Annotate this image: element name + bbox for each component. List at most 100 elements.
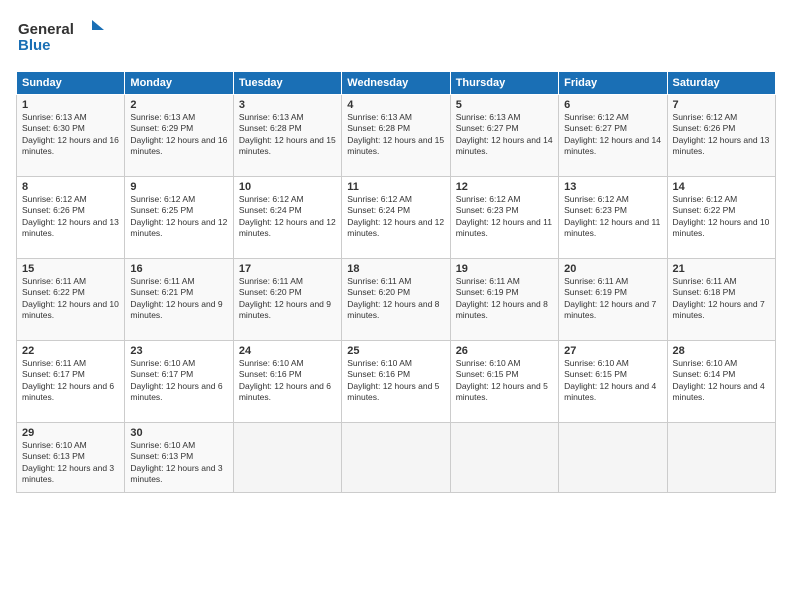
calendar-cell: 7Sunrise: 6:12 AMSunset: 6:26 PMDaylight… xyxy=(667,95,775,177)
day-info: Sunrise: 6:12 AMSunset: 6:26 PMDaylight:… xyxy=(673,112,770,158)
day-info: Sunrise: 6:13 AMSunset: 6:28 PMDaylight:… xyxy=(347,112,444,158)
calendar-cell: 9Sunrise: 6:12 AMSunset: 6:25 PMDaylight… xyxy=(125,177,233,259)
day-number: 22 xyxy=(22,345,119,357)
day-info: Sunrise: 6:10 AMSunset: 6:16 PMDaylight:… xyxy=(239,358,336,404)
calendar-cell: 6Sunrise: 6:12 AMSunset: 6:27 PMDaylight… xyxy=(559,95,667,177)
day-info: Sunrise: 6:10 AMSunset: 6:13 PMDaylight:… xyxy=(22,440,119,486)
calendar-cell: 22Sunrise: 6:11 AMSunset: 6:17 PMDayligh… xyxy=(17,341,125,423)
day-number: 10 xyxy=(239,181,336,193)
day-info: Sunrise: 6:12 AMSunset: 6:24 PMDaylight:… xyxy=(347,194,444,240)
day-header-friday: Friday xyxy=(559,72,667,95)
day-number: 16 xyxy=(130,263,227,275)
day-info: Sunrise: 6:10 AMSunset: 6:17 PMDaylight:… xyxy=(130,358,227,404)
day-header-sunday: Sunday xyxy=(17,72,125,95)
day-number: 27 xyxy=(564,345,661,357)
calendar-cell xyxy=(667,423,775,493)
calendar-cell: 14Sunrise: 6:12 AMSunset: 6:22 PMDayligh… xyxy=(667,177,775,259)
calendar-cell: 29Sunrise: 6:10 AMSunset: 6:13 PMDayligh… xyxy=(17,423,125,493)
day-number: 5 xyxy=(456,99,553,111)
logo-svg: General Blue xyxy=(16,16,106,60)
day-header-monday: Monday xyxy=(125,72,233,95)
day-number: 6 xyxy=(564,99,661,111)
day-number: 2 xyxy=(130,99,227,111)
day-number: 8 xyxy=(22,181,119,193)
day-number: 26 xyxy=(456,345,553,357)
day-info: Sunrise: 6:11 AMSunset: 6:18 PMDaylight:… xyxy=(673,276,770,322)
day-number: 21 xyxy=(673,263,770,275)
calendar-cell: 8Sunrise: 6:12 AMSunset: 6:26 PMDaylight… xyxy=(17,177,125,259)
calendar-cell: 17Sunrise: 6:11 AMSunset: 6:20 PMDayligh… xyxy=(233,259,341,341)
calendar-cell: 19Sunrise: 6:11 AMSunset: 6:19 PMDayligh… xyxy=(450,259,558,341)
day-number: 14 xyxy=(673,181,770,193)
calendar-cell: 24Sunrise: 6:10 AMSunset: 6:16 PMDayligh… xyxy=(233,341,341,423)
svg-text:General: General xyxy=(18,21,74,38)
page: General Blue SundayMondayTuesdayWednesda… xyxy=(0,0,792,612)
calendar-table: SundayMondayTuesdayWednesdayThursdayFrid… xyxy=(16,71,776,493)
day-info: Sunrise: 6:12 AMSunset: 6:25 PMDaylight:… xyxy=(130,194,227,240)
day-number: 20 xyxy=(564,263,661,275)
calendar-cell xyxy=(233,423,341,493)
day-info: Sunrise: 6:10 AMSunset: 6:16 PMDaylight:… xyxy=(347,358,444,404)
day-info: Sunrise: 6:12 AMSunset: 6:23 PMDaylight:… xyxy=(564,194,661,240)
day-info: Sunrise: 6:12 AMSunset: 6:23 PMDaylight:… xyxy=(456,194,553,240)
day-info: Sunrise: 6:10 AMSunset: 6:15 PMDaylight:… xyxy=(564,358,661,404)
calendar-header-row: SundayMondayTuesdayWednesdayThursdayFrid… xyxy=(17,72,776,95)
calendar-cell: 28Sunrise: 6:10 AMSunset: 6:14 PMDayligh… xyxy=(667,341,775,423)
day-info: Sunrise: 6:11 AMSunset: 6:20 PMDaylight:… xyxy=(347,276,444,322)
day-header-wednesday: Wednesday xyxy=(342,72,450,95)
day-number: 18 xyxy=(347,263,444,275)
day-number: 28 xyxy=(673,345,770,357)
day-info: Sunrise: 6:10 AMSunset: 6:15 PMDaylight:… xyxy=(456,358,553,404)
day-info: Sunrise: 6:10 AMSunset: 6:13 PMDaylight:… xyxy=(130,440,227,486)
day-info: Sunrise: 6:11 AMSunset: 6:19 PMDaylight:… xyxy=(564,276,661,322)
day-number: 19 xyxy=(456,263,553,275)
day-info: Sunrise: 6:13 AMSunset: 6:28 PMDaylight:… xyxy=(239,112,336,158)
calendar-cell: 15Sunrise: 6:11 AMSunset: 6:22 PMDayligh… xyxy=(17,259,125,341)
calendar-cell: 26Sunrise: 6:10 AMSunset: 6:15 PMDayligh… xyxy=(450,341,558,423)
day-info: Sunrise: 6:12 AMSunset: 6:22 PMDaylight:… xyxy=(673,194,770,240)
day-number: 4 xyxy=(347,99,444,111)
calendar-cell: 30Sunrise: 6:10 AMSunset: 6:13 PMDayligh… xyxy=(125,423,233,493)
calendar-cell xyxy=(450,423,558,493)
day-number: 12 xyxy=(456,181,553,193)
day-info: Sunrise: 6:13 AMSunset: 6:30 PMDaylight:… xyxy=(22,112,119,158)
calendar-cell: 10Sunrise: 6:12 AMSunset: 6:24 PMDayligh… xyxy=(233,177,341,259)
day-number: 1 xyxy=(22,99,119,111)
day-number: 15 xyxy=(22,263,119,275)
calendar-cell: 1Sunrise: 6:13 AMSunset: 6:30 PMDaylight… xyxy=(17,95,125,177)
calendar-cell: 16Sunrise: 6:11 AMSunset: 6:21 PMDayligh… xyxy=(125,259,233,341)
day-info: Sunrise: 6:12 AMSunset: 6:24 PMDaylight:… xyxy=(239,194,336,240)
day-number: 29 xyxy=(22,427,119,439)
day-number: 7 xyxy=(673,99,770,111)
logo: General Blue xyxy=(16,16,106,65)
day-info: Sunrise: 6:11 AMSunset: 6:19 PMDaylight:… xyxy=(456,276,553,322)
day-info: Sunrise: 6:12 AMSunset: 6:26 PMDaylight:… xyxy=(22,194,119,240)
calendar-cell: 5Sunrise: 6:13 AMSunset: 6:27 PMDaylight… xyxy=(450,95,558,177)
day-number: 17 xyxy=(239,263,336,275)
calendar-cell xyxy=(559,423,667,493)
day-number: 23 xyxy=(130,345,227,357)
day-number: 11 xyxy=(347,181,444,193)
day-info: Sunrise: 6:11 AMSunset: 6:21 PMDaylight:… xyxy=(130,276,227,322)
day-header-saturday: Saturday xyxy=(667,72,775,95)
calendar-cell: 23Sunrise: 6:10 AMSunset: 6:17 PMDayligh… xyxy=(125,341,233,423)
day-header-tuesday: Tuesday xyxy=(233,72,341,95)
day-header-thursday: Thursday xyxy=(450,72,558,95)
calendar-cell: 2Sunrise: 6:13 AMSunset: 6:29 PMDaylight… xyxy=(125,95,233,177)
svg-text:Blue: Blue xyxy=(18,37,51,54)
day-info: Sunrise: 6:12 AMSunset: 6:27 PMDaylight:… xyxy=(564,112,661,158)
day-number: 24 xyxy=(239,345,336,357)
calendar-cell: 13Sunrise: 6:12 AMSunset: 6:23 PMDayligh… xyxy=(559,177,667,259)
day-info: Sunrise: 6:13 AMSunset: 6:27 PMDaylight:… xyxy=(456,112,553,158)
calendar-cell: 21Sunrise: 6:11 AMSunset: 6:18 PMDayligh… xyxy=(667,259,775,341)
day-number: 25 xyxy=(347,345,444,357)
header: General Blue xyxy=(16,12,776,65)
calendar-cell: 18Sunrise: 6:11 AMSunset: 6:20 PMDayligh… xyxy=(342,259,450,341)
day-number: 9 xyxy=(130,181,227,193)
day-number: 3 xyxy=(239,99,336,111)
calendar-cell: 25Sunrise: 6:10 AMSunset: 6:16 PMDayligh… xyxy=(342,341,450,423)
calendar-cell: 11Sunrise: 6:12 AMSunset: 6:24 PMDayligh… xyxy=(342,177,450,259)
day-info: Sunrise: 6:11 AMSunset: 6:17 PMDaylight:… xyxy=(22,358,119,404)
calendar-cell: 27Sunrise: 6:10 AMSunset: 6:15 PMDayligh… xyxy=(559,341,667,423)
calendar-cell: 12Sunrise: 6:12 AMSunset: 6:23 PMDayligh… xyxy=(450,177,558,259)
